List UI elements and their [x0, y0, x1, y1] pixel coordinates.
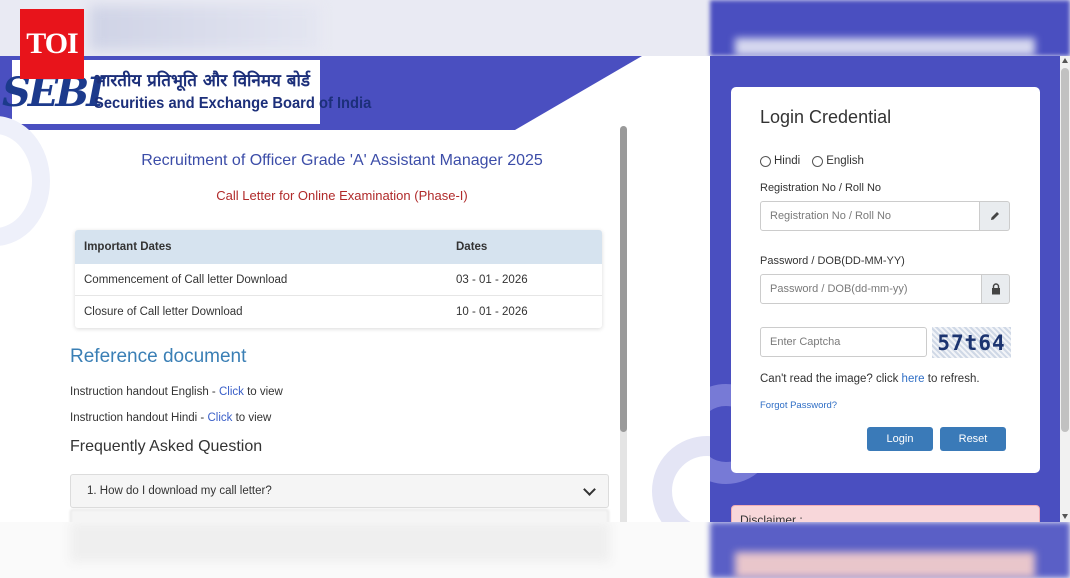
chevron-down-icon	[583, 482, 596, 496]
blurred-region	[735, 38, 1035, 56]
login-panel: Login Credential Hindi English Registrat…	[710, 56, 1060, 522]
blurred-region	[90, 6, 320, 50]
scroll-down-icon[interactable]	[1062, 514, 1068, 519]
faq-item[interactable]: 1. How do I download my call letter?	[70, 474, 609, 508]
important-dates-table: Important Dates Dates Commencement of Ca…	[75, 230, 602, 328]
page-scrollbar-thumb[interactable]	[1061, 68, 1069, 432]
faq-question: 1. How do I download my call letter?	[87, 485, 272, 497]
captcha-refresh-text: Can't read the image? click here to refr…	[760, 373, 980, 385]
column-header: Dates	[456, 241, 488, 253]
refresh-prefix: Can't read the image? click	[760, 373, 902, 385]
captcha-input[interactable]: Enter Captcha	[760, 327, 927, 357]
language-selector: Hindi English	[760, 155, 876, 167]
decorative-ring	[652, 436, 710, 522]
column-header: Important Dates	[84, 241, 172, 253]
hindi-radio-label[interactable]: Hindi	[774, 155, 800, 167]
blurred-region	[735, 552, 1035, 578]
faq-heading: Frequently Asked Question	[70, 438, 263, 455]
table-header: Important Dates Dates	[75, 230, 602, 264]
password-input[interactable]: Password / DOB(dd-mm-yy)	[760, 274, 982, 304]
registration-input-group: Registration No / Roll No	[760, 201, 1010, 231]
scroll-up-icon[interactable]	[1062, 58, 1068, 63]
english-handout-link[interactable]: Click	[219, 386, 244, 398]
logo-hindi-text: भारतीय प्रतिभूति और विनिमय बोर्ड	[94, 71, 311, 91]
sebi-logo-text: भारतीय प्रतिभूति और विनिमय बोर्ड Securit…	[94, 69, 395, 115]
page-title: Recruitment of Officer Grade 'A' Assista…	[141, 152, 543, 169]
blurred-bottom-strip	[0, 522, 1070, 578]
lock-icon	[982, 274, 1010, 304]
blurred-region	[70, 522, 610, 562]
registration-input[interactable]: Registration No / Roll No	[760, 201, 980, 231]
forgot-password-link[interactable]: Forgot Password?	[760, 400, 837, 411]
decorative-circle	[0, 116, 50, 246]
hindi-handout-link[interactable]: Click	[207, 412, 232, 424]
reference-label: Instruction handout Hindi -	[70, 412, 208, 424]
hindi-radio[interactable]	[760, 155, 771, 167]
password-input-group: Password / DOB(dd-mm-yy)	[760, 274, 1010, 304]
table-cell: Commencement of Call letter Download	[84, 273, 288, 286]
reference-label: Instruction handout English -	[70, 386, 219, 398]
reset-button[interactable]: Reset	[940, 427, 1006, 451]
password-label: Password / DOB(DD-MM-YY)	[760, 255, 905, 267]
logo-english-text: Securities and Exchange Board of India	[94, 95, 372, 112]
table-cell: Closure of Call letter Download	[84, 306, 243, 318]
login-button[interactable]: Login	[867, 427, 933, 451]
login-title: Login Credential	[760, 107, 892, 127]
captcha-image: 57t64	[932, 327, 1011, 358]
pencil-icon	[980, 201, 1010, 231]
captcha-refresh-link[interactable]: here	[902, 373, 925, 385]
table-row: Commencement of Call letter Download 03 …	[75, 264, 602, 296]
refresh-suffix: to refresh.	[924, 373, 980, 385]
toi-logo: TOI	[20, 9, 84, 79]
faq-item[interactable]	[70, 509, 609, 522]
table-cell: 10 - 01 - 2026	[456, 306, 528, 318]
main-content-pane: SEBI भारतीय प्रतिभूति और विनिमय बोर्ड Se…	[0, 56, 710, 522]
reference-heading: Reference document	[70, 346, 247, 367]
disclaimer-box: Disclaimer :	[731, 505, 1040, 522]
reference-item-hindi: Instruction handout Hindi - Click to vie…	[70, 412, 271, 424]
reference-item-english: Instruction handout English - Click to v…	[70, 386, 283, 398]
english-radio-label[interactable]: English	[826, 155, 864, 167]
login-card: Login Credential Hindi English Registrat…	[731, 87, 1040, 473]
registration-label: Registration No / Roll No	[760, 182, 882, 194]
reference-suffix: to view	[232, 412, 272, 424]
table-cell: 03 - 01 - 2026	[456, 273, 528, 286]
page-subtitle: Call Letter for Online Examination (Phas…	[216, 188, 468, 203]
english-radio[interactable]	[812, 155, 824, 167]
reference-suffix: to view	[243, 386, 283, 398]
blurred-top-strip	[0, 0, 1070, 56]
table-row: Closure of Call letter Download 10 - 01 …	[75, 296, 602, 328]
content-scrollbar-thumb[interactable]	[620, 126, 627, 432]
